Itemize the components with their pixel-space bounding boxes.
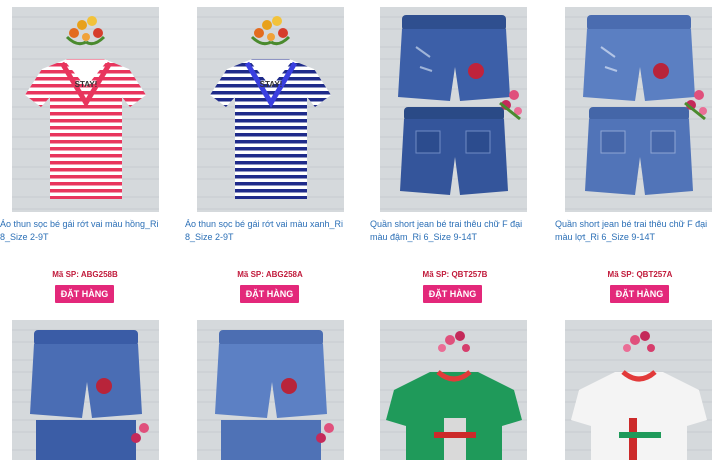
svg-text:STAY!: STAY! [75,80,98,89]
product-grid: STAY! Áo thun sọc bé gái rớt vai màu hồn… [0,0,720,460]
order-button[interactable]: ĐẶT HÀNG [55,285,114,303]
product-image[interactable] [380,7,527,212]
product-image[interactable]: STAY! [12,7,159,212]
product-sku: Mã SP: QBT257B [422,270,488,279]
product-image[interactable] [565,7,712,212]
product-name-link[interactable]: Quần short jean bé trai thêu chữ F đại m… [370,218,540,244]
product-image[interactable]: STAY! [197,7,344,212]
order-button[interactable]: ĐẶT HÀNG [610,285,669,303]
product-name-link[interactable]: Quần short jean bé trai thêu chữ F đại m… [555,218,720,244]
product-image[interactable] [565,320,712,460]
product-sku: Mã SP: ABG258B [52,270,118,279]
order-button[interactable]: ĐẶT HÀNG [423,285,482,303]
order-button[interactable]: ĐẶT HÀNG [240,285,299,303]
product-sku: Mã SP: QBT257A [607,270,673,279]
product-image[interactable] [380,320,527,460]
product-image[interactable] [12,320,159,460]
product-sku: Mã SP: ABG258A [237,270,303,279]
svg-text:STAY!: STAY! [260,80,283,89]
product-image[interactable] [197,320,344,460]
product-name-link[interactable]: Áo thun sọc bé gái rớt vai màu hồng_Ri 8… [0,218,170,244]
product-name-link[interactable]: Áo thun sọc bé gái rớt vai màu xanh_Ri 8… [185,218,355,244]
